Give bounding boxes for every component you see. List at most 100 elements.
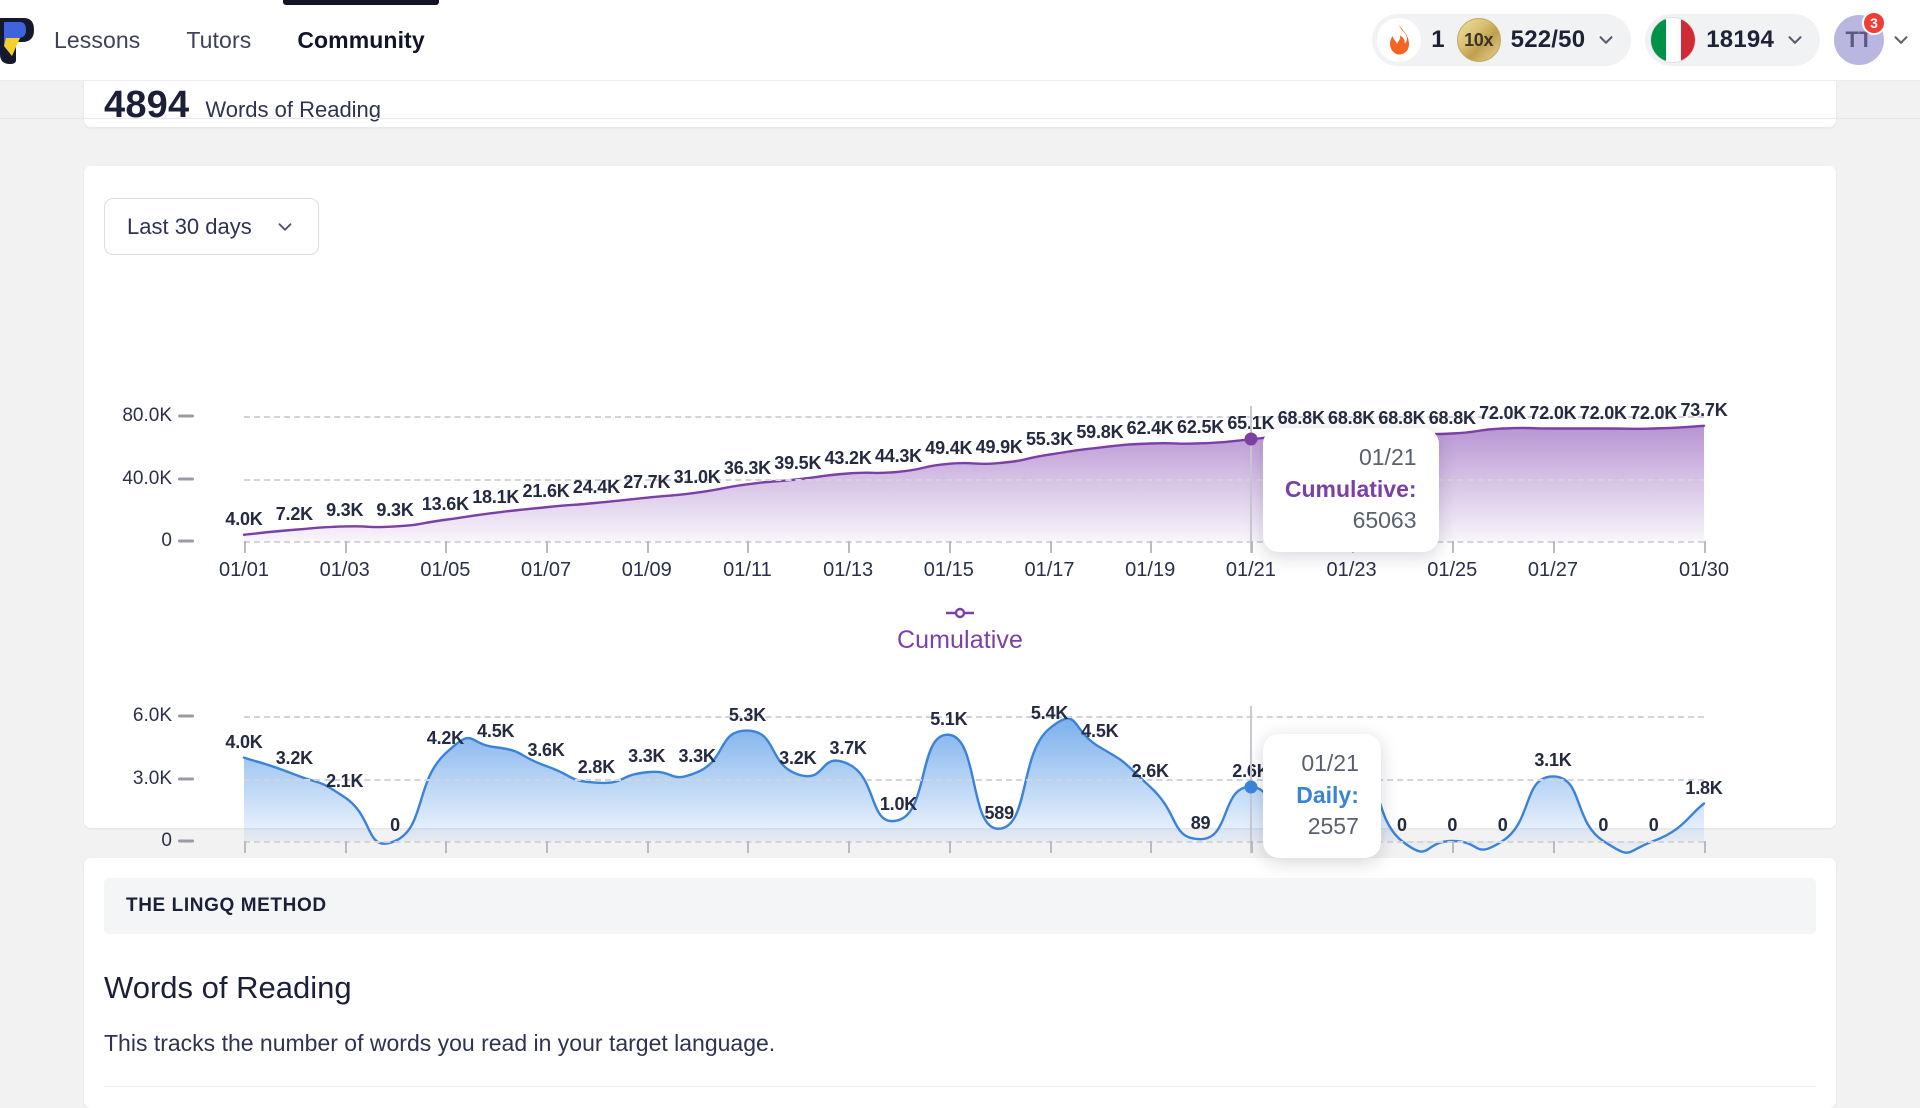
data-point-label: 589 xyxy=(984,803,1013,824)
chevron-down-icon[interactable] xyxy=(1890,29,1912,51)
x-axis-tick-label: 01/27 xyxy=(1528,559,1578,582)
y-axis-tick-label: 0 xyxy=(161,530,172,552)
highlighted-data-point[interactable] xyxy=(1244,433,1257,446)
y-axis-tick xyxy=(178,540,194,543)
data-point-label: 73.7K xyxy=(1680,400,1727,421)
data-point-label: 3.6K xyxy=(527,740,564,761)
data-point-label: 5.1K xyxy=(930,709,967,730)
data-point-label: 18.1K xyxy=(472,487,519,508)
data-point-label: 31.0K xyxy=(674,467,721,488)
x-axis-tick-label: 01/21 xyxy=(1226,559,1276,582)
cumulative-plot-area[interactable]: 4.0K7.2K9.3K9.3K13.6K18.1K21.6K24.4K27.7… xyxy=(244,416,1704,541)
cumulative-chart: 040.0K80.0K 4.0K7.2K9.3K9.3K13.6K18.1K21… xyxy=(84,416,1836,606)
summary-label: Words of Reading xyxy=(205,97,381,123)
x-axis-tick xyxy=(1150,841,1152,853)
x-axis-tick xyxy=(244,841,246,853)
language-selector-pill[interactable]: 18194 xyxy=(1645,14,1820,66)
data-point-label: 5.4K xyxy=(1031,703,1068,724)
method-divider xyxy=(104,1086,1816,1087)
x-axis-tick xyxy=(546,841,548,853)
data-point-label: 3.2K xyxy=(779,748,816,769)
nav-item-community[interactable]: Community xyxy=(297,0,424,81)
x-axis-tick xyxy=(848,841,850,853)
data-point-label: 3.2K xyxy=(276,748,313,769)
coin-multiplier-badge: 10x xyxy=(1457,18,1501,62)
user-menu[interactable]: TT 3 xyxy=(1834,15,1912,65)
data-point-label: 3.1K xyxy=(1534,750,1571,771)
coin-progress: 522/50 xyxy=(1511,26,1586,54)
hover-cursor-line xyxy=(1250,406,1252,553)
daily-plot-area[interactable]: 4.0K3.2K2.1K04.2K4.5K3.6K2.8K3.3K3.3K5.3… xyxy=(244,716,1704,841)
x-axis-tick-label: 01/19 xyxy=(1125,559,1175,582)
daily-tooltip: 01/21 Daily: 2557 xyxy=(1263,734,1381,858)
gridline xyxy=(244,479,1704,481)
x-axis-tick xyxy=(1251,841,1253,853)
x-axis-tick-label: 01/15 xyxy=(924,559,974,582)
data-point-label: 13.6K xyxy=(422,494,469,515)
x-axis-tick xyxy=(445,841,447,853)
x-axis-tick-label: 01/13 xyxy=(823,559,873,582)
data-point-label: 5.3K xyxy=(729,705,766,726)
data-point-label: 27.7K xyxy=(623,472,670,493)
streak-coins-pill[interactable]: 1 10x 522/50 xyxy=(1372,14,1631,66)
data-point-label: 3.7K xyxy=(830,738,867,759)
x-axis-tick xyxy=(747,541,749,553)
nav-item-lessons[interactable]: Lessons xyxy=(54,0,140,81)
lingq-logo[interactable] xyxy=(0,12,50,68)
gridline xyxy=(244,779,1704,781)
y-axis-tick xyxy=(178,415,194,418)
data-point-label: 68.8K xyxy=(1328,408,1375,429)
chevron-down-icon[interactable] xyxy=(274,216,296,238)
streak-count: 1 xyxy=(1431,26,1444,54)
tooltip-value: 2557 xyxy=(1285,811,1359,842)
y-axis-tick xyxy=(178,777,194,780)
italy-flag-icon xyxy=(1650,17,1696,63)
charts-card: Last 30 days 040.0K80.0K 4.0K7.2K9.3K9.3… xyxy=(84,166,1836,828)
data-point-label: 0 xyxy=(1397,815,1407,836)
x-axis-tick xyxy=(1050,541,1052,553)
top-navigation-bar: Lessons Tutors Community 1 10x 522/50 18… xyxy=(0,0,1920,81)
y-axis-tick xyxy=(178,715,194,718)
x-axis-tick-label: 01/25 xyxy=(1427,559,1477,582)
tooltip-series-key: Cumulative: xyxy=(1285,473,1417,505)
chevron-down-icon[interactable] xyxy=(1595,29,1617,51)
chevron-down-icon[interactable] xyxy=(1784,29,1806,51)
x-axis-tick xyxy=(1553,541,1555,553)
data-point-label: 0 xyxy=(390,815,400,836)
tooltip-series-key: Daily: xyxy=(1285,779,1359,811)
x-axis-tick xyxy=(345,541,347,553)
nav-item-tutors[interactable]: Tutors xyxy=(186,0,251,81)
x-axis-tick xyxy=(1553,841,1555,853)
x-axis-tick xyxy=(1251,541,1253,553)
highlighted-data-point[interactable] xyxy=(1244,780,1257,793)
language-known-words-count: 18194 xyxy=(1706,26,1774,54)
data-point-label: 55.3K xyxy=(1026,429,1073,450)
cumulative-tooltip: 01/21 Cumulative: 65063 xyxy=(1263,428,1439,552)
x-axis-tick xyxy=(1452,541,1454,553)
main-nav: Lessons Tutors Community xyxy=(54,0,425,81)
data-point-label: 24.4K xyxy=(573,477,620,498)
data-point-label: 72.0K xyxy=(1580,403,1627,424)
notification-badge[interactable]: 3 xyxy=(1862,11,1886,35)
x-axis-tick xyxy=(1150,541,1152,553)
x-axis-tick-label: 01/07 xyxy=(521,559,571,582)
x-axis-tick xyxy=(546,541,548,553)
header-divider xyxy=(0,118,1920,119)
x-axis-tick-label: 01/09 xyxy=(622,559,672,582)
date-range-select[interactable]: Last 30 days xyxy=(104,198,319,255)
data-point-label: 89 xyxy=(1191,813,1211,834)
data-point-label: 36.3K xyxy=(724,458,771,479)
x-axis-tick xyxy=(1050,841,1052,853)
data-point-label: 72.0K xyxy=(1479,403,1526,424)
x-axis-tick xyxy=(1704,841,1706,853)
data-point-label: 2.1K xyxy=(326,771,363,792)
x-axis-tick xyxy=(445,541,447,553)
data-point-label: 4.5K xyxy=(477,721,514,742)
data-point-label: 72.0K xyxy=(1630,403,1677,424)
cumulative-legend[interactable]: Cumulative xyxy=(84,606,1836,655)
x-axis-tick xyxy=(949,841,951,853)
x-axis-tick xyxy=(949,541,951,553)
x-axis-tick-label: 01/03 xyxy=(320,559,370,582)
y-axis-tick-label: 80.0K xyxy=(122,405,172,427)
x-axis-tick xyxy=(1704,541,1706,553)
